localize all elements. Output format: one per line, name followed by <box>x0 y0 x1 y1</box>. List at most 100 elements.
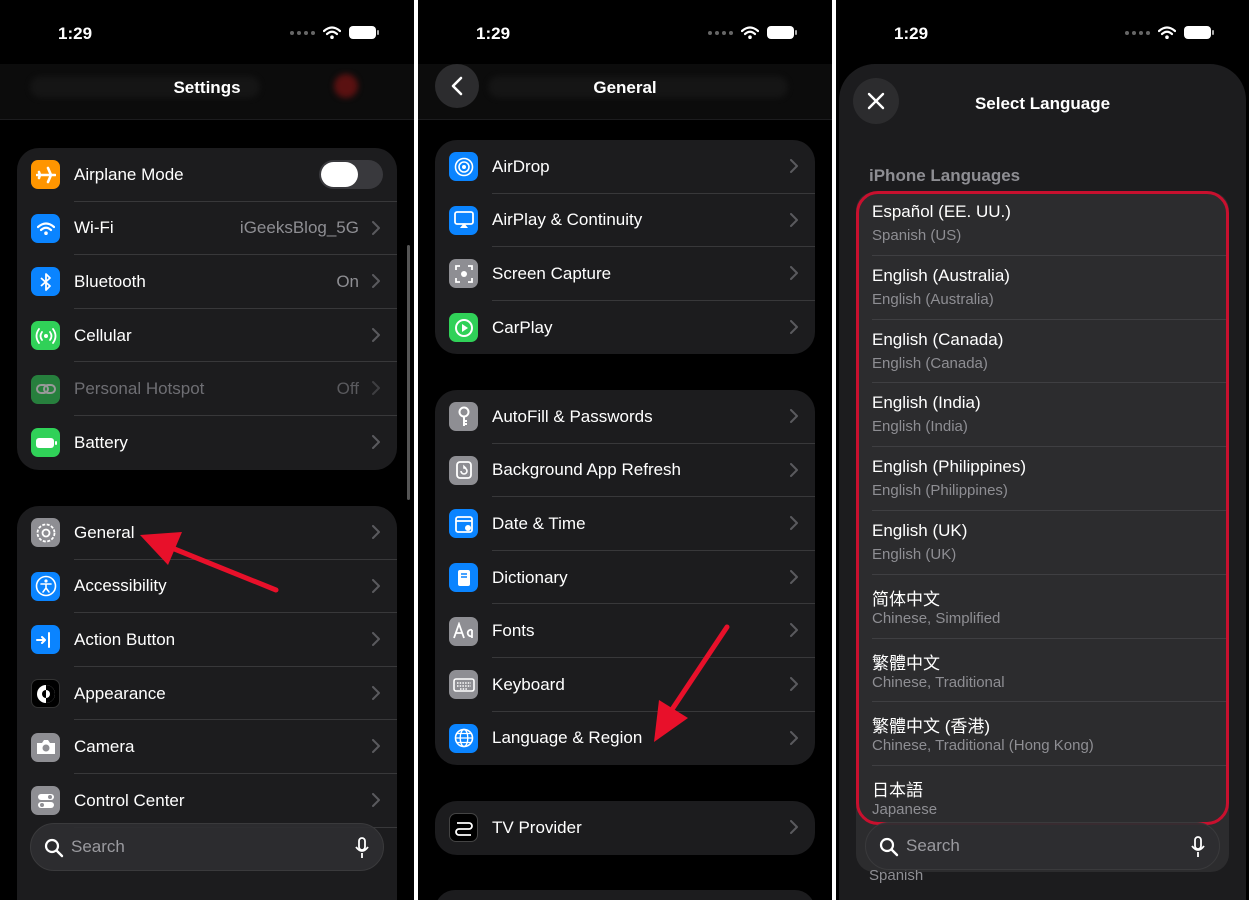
chevron-right-icon <box>372 686 380 700</box>
general-item-background-app-refresh[interactable]: Background App Refresh <box>435 444 815 498</box>
airplane-mode-toggle[interactable] <box>319 160 383 190</box>
bluetooth-status: On <box>336 271 359 291</box>
language-item[interactable]: 日本語 Japanese <box>856 766 1229 830</box>
fonts-icon <box>449 616 478 646</box>
language-sheet: Select Language iPhone Languages Español… <box>839 64 1246 900</box>
language-item[interactable]: English (Philippines) English (Philippin… <box>856 447 1229 511</box>
wifi-icon <box>31 213 60 243</box>
settings-item-wifi[interactable]: Wi-Fi iGeeksBlog_5G <box>17 202 397 256</box>
settings-item-camera[interactable]: Camera <box>17 720 397 774</box>
search-placeholder: Search <box>906 836 960 855</box>
settings-screen: 1:29 Settings Airplane Mode Wi-Fi iGeeks… <box>0 0 414 900</box>
settings-item-control-center[interactable]: Control Center <box>17 774 397 828</box>
select-language-screen: 1:29 Select Language iPhone Languages Es… <box>836 0 1249 900</box>
chevron-right-icon <box>372 381 380 395</box>
language-item[interactable]: English (Australia) English (Australia) <box>856 256 1229 320</box>
general-group-tv: TV Provider <box>435 801 815 855</box>
chevron-right-icon <box>790 266 798 280</box>
general-item-fonts[interactable]: Fonts <box>435 604 815 658</box>
general-item-autofill-passwords[interactable]: AutoFill & Passwords <box>435 390 815 444</box>
screen-capture-icon <box>449 259 478 289</box>
section-header: iPhone Languages <box>869 166 1021 185</box>
chevron-right-icon <box>790 213 798 227</box>
settings-item-accessibility[interactable]: Accessibility <box>17 560 397 614</box>
general-item-airdrop[interactable]: AirDrop <box>435 140 815 194</box>
chevron-right-icon <box>372 632 380 646</box>
chevron-right-icon <box>790 570 798 584</box>
search-bar[interactable]: Search <box>865 822 1220 870</box>
tv-provider-icon <box>449 813 478 843</box>
battery-status-icon <box>767 26 797 39</box>
status-bar: 1:29 <box>0 0 414 64</box>
settings-group-connectivity: Airplane Mode Wi-Fi iGeeksBlog_5G Blueto… <box>17 148 397 470</box>
airplay-icon <box>449 205 478 235</box>
general-item-dictionary[interactable]: Dictionary <box>435 551 815 605</box>
chevron-right-icon <box>790 623 798 637</box>
nav-bar: Settings <box>0 64 414 120</box>
chevron-right-icon <box>790 463 798 477</box>
language-item[interactable]: 简体中文 Chinese, Simplified <box>856 575 1229 639</box>
cellular-signal-icon <box>1125 30 1150 35</box>
settings-item-cellular[interactable]: Cellular <box>17 309 397 363</box>
general-item-language-region[interactable]: Language & Region <box>435 712 815 766</box>
chevron-right-icon <box>790 516 798 530</box>
settings-item-general[interactable]: General <box>17 506 397 560</box>
wifi-network-name: iGeeksBlog_5G <box>239 218 359 238</box>
keyboard-icon <box>449 670 478 700</box>
general-item-keyboard[interactable]: Keyboard <box>435 658 815 712</box>
chevron-right-icon <box>790 409 798 423</box>
general-item-tv-provider[interactable]: TV Provider <box>435 801 815 855</box>
chevron-right-icon <box>372 274 380 288</box>
status-time: 1:29 <box>58 24 93 43</box>
general-screen: 1:29 General AirDrop AirPlay & Continuit… <box>418 0 832 900</box>
settings-item-appearance[interactable]: Appearance <box>17 667 397 721</box>
chevron-right-icon <box>372 328 380 342</box>
general-item-screen-capture[interactable]: Screen Capture <box>435 247 815 301</box>
chevron-right-icon <box>372 525 380 539</box>
cellular-signal-icon <box>708 30 733 35</box>
settings-item-personal-hotspot[interactable]: Personal Hotspot Off <box>17 362 397 416</box>
wifi-status-icon <box>323 26 341 39</box>
scroll-indicator[interactable] <box>407 245 410 500</box>
language-item[interactable]: English (UK) English (UK) <box>856 511 1229 575</box>
search-placeholder: Search <box>71 837 125 856</box>
chevron-right-icon <box>790 731 798 745</box>
battery-icon <box>31 428 60 458</box>
settings-item-battery[interactable]: Battery <box>17 416 397 470</box>
language-item[interactable]: Español (EE. UU.) Spanish (US) <box>856 192 1229 256</box>
cellular-signal-icon <box>290 30 315 35</box>
control-center-icon <box>31 786 60 816</box>
language-item[interactable]: 繁體中文 (香港) Chinese, Traditional (Hong Kon… <box>856 702 1229 766</box>
search-bar[interactable]: Search <box>30 823 384 871</box>
general-item-date-time[interactable]: Date & Time <box>435 497 815 551</box>
chevron-right-icon <box>790 820 798 834</box>
calendar-icon <box>449 509 478 539</box>
language-list: Español (EE. UU.) Spanish (US) English (… <box>856 192 1229 872</box>
carplay-icon <box>449 313 478 343</box>
dictionary-icon <box>449 563 478 593</box>
wifi-status-icon <box>741 26 759 39</box>
language-item[interactable]: English (Canada) English (Canada) <box>856 320 1229 384</box>
sheet-title: Select Language <box>974 94 1111 113</box>
settings-item-bluetooth[interactable]: Bluetooth On <box>17 255 397 309</box>
language-item[interactable]: English (India) English (India) <box>856 383 1229 447</box>
refresh-icon <box>449 455 478 485</box>
airdrop-icon <box>449 152 478 182</box>
battery-status-icon <box>1184 26 1214 39</box>
general-item-carplay[interactable]: CarPlay <box>435 301 815 355</box>
status-time: 1:29 <box>476 24 511 43</box>
search-icon <box>879 837 899 857</box>
settings-item-action-button[interactable]: Action Button <box>17 613 397 667</box>
accessibility-icon <box>31 571 60 601</box>
language-item[interactable]: 繁體中文 Chinese, Traditional <box>856 639 1229 703</box>
page-title: Settings <box>173 78 241 97</box>
cellular-icon <box>31 321 60 351</box>
general-group-sharing: AirDrop AirPlay & Continuity Screen Capt… <box>435 140 815 355</box>
microphone-icon[interactable] <box>355 837 369 859</box>
microphone-icon[interactable] <box>1191 836 1205 858</box>
settings-item-airplane-mode[interactable]: Airplane Mode <box>17 148 397 202</box>
general-item-airplay-continuity[interactable]: AirPlay & Continuity <box>435 194 815 248</box>
chevron-right-icon <box>372 221 380 235</box>
chevron-right-icon <box>372 793 380 807</box>
chevron-right-icon <box>372 579 380 593</box>
